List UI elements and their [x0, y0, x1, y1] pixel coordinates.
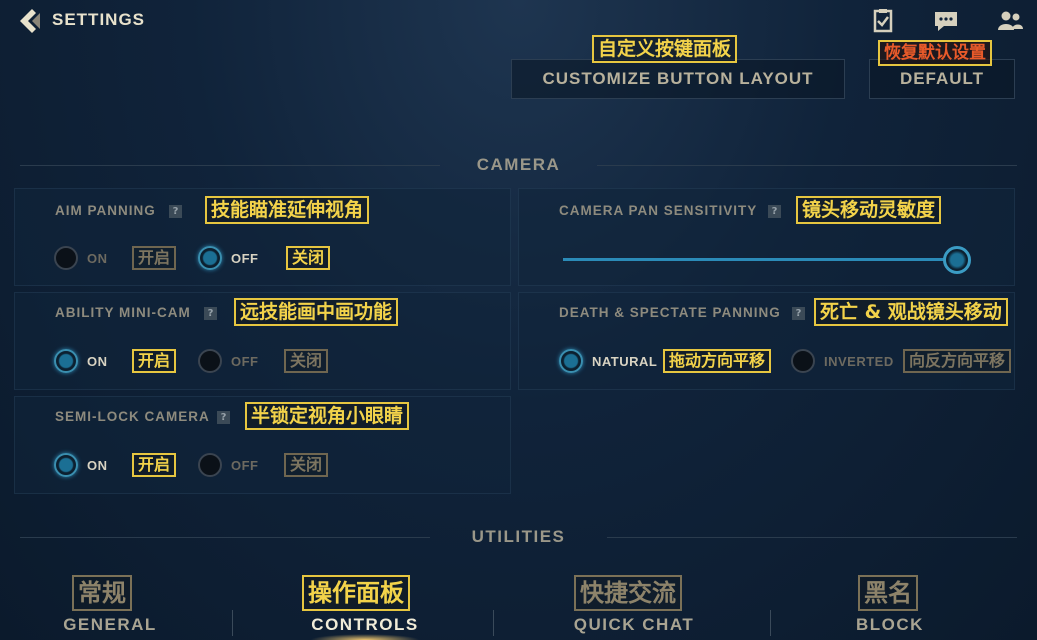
default-annotation: 恢复默认设置 [878, 40, 992, 66]
tab-block-annotation: 黑名 [858, 575, 918, 611]
help-icon[interactable]: ? [204, 307, 217, 320]
camera-pan-sensitivity-label: CAMERA PAN SENSITIVITY [559, 203, 758, 218]
semi-lock-camera-on-annotation: 开启 [132, 453, 177, 477]
tab-separator [232, 610, 233, 636]
ability-mini-cam-on-radio[interactable] [54, 349, 78, 373]
death-panning-inverted-radio[interactable] [791, 349, 815, 373]
semi-lock-camera-on-label: ON [87, 458, 108, 473]
tab-quick-chat-annotation: 快捷交流 [574, 575, 682, 611]
aim-panning-on-label: ON [87, 251, 108, 266]
semi-lock-camera-on-radio[interactable] [54, 453, 78, 477]
death-spectate-panning-label: DEATH & SPECTATE PANNING [559, 305, 781, 320]
semi-lock-camera-label: SEMI-LOCK CAMERA [55, 409, 210, 424]
aim-panning-label: AIM PANNING [55, 203, 156, 218]
tab-block[interactable]: BLOCK [840, 610, 940, 640]
top-bar: SETTINGS [0, 0, 1037, 40]
aim-panning-annotation: 技能瞄准延伸视角 [205, 196, 370, 224]
ability-mini-cam-off-label: OFF [231, 354, 259, 369]
tab-general-annotation: 常规 [72, 575, 132, 611]
help-icon[interactable]: ? [169, 205, 182, 218]
aim-panning-on-radio[interactable] [54, 246, 78, 270]
ability-mini-cam-annotation: 远技能画中画功能 [234, 298, 399, 326]
semi-lock-camera-off-label: OFF [231, 458, 259, 473]
semi-lock-camera-off-radio[interactable] [198, 453, 222, 477]
death-panning-natural-radio[interactable] [559, 349, 583, 373]
active-tab-glow [310, 634, 420, 640]
customize-annotation: 自定义按键面板 [592, 35, 738, 63]
sensitivity-slider-track[interactable] [563, 258, 956, 261]
ability-mini-cam-off-radio[interactable] [198, 349, 222, 373]
death-panning-inverted-label: INVERTED [824, 354, 894, 369]
help-icon[interactable]: ? [792, 307, 805, 320]
customize-button-layout-button[interactable]: CUSTOMIZE BUTTON LAYOUT [511, 59, 845, 99]
tab-separator [770, 610, 771, 636]
aim-panning-off-radio[interactable] [198, 246, 222, 270]
sensitivity-slider-knob[interactable] [943, 246, 971, 274]
help-icon[interactable]: ? [217, 411, 230, 424]
tab-separator [493, 610, 494, 636]
death-panning-natural-annotation: 拖动方向平移 [663, 349, 772, 373]
ability-mini-cam-on-label: ON [87, 354, 108, 369]
back-arrow-icon[interactable] [12, 6, 46, 36]
default-button-label: DEFAULT [899, 69, 985, 88]
death-panning-inverted-annotation: 向反方向平移 [903, 349, 1012, 373]
semi-lock-camera-annotation: 半锁定视角小眼睛 [245, 402, 410, 430]
customize-button-label: CUSTOMIZE BUTTON LAYOUT [542, 69, 814, 88]
camera-pan-sensitivity-annotation: 镜头移动灵敏度 [796, 196, 942, 224]
aim-panning-off-annotation: 关闭 [286, 246, 331, 270]
ability-mini-cam-on-annotation: 开启 [132, 349, 177, 373]
aim-panning-off-label: OFF [231, 251, 259, 266]
section-divider-right [597, 165, 1017, 166]
chat-icon[interactable] [932, 8, 960, 34]
ability-mini-cam-label: ABILITY MINI-CAM [55, 305, 191, 320]
ability-mini-cam-off-annotation: 关闭 [284, 349, 329, 373]
page-title: SETTINGS [52, 10, 146, 29]
death-spectate-panning-annotation: 死亡 & 观战镜头移动 [814, 298, 1008, 326]
aim-panning-on-annotation: 开启 [132, 246, 177, 270]
death-panning-natural-label: NATURAL [592, 354, 658, 369]
help-icon[interactable]: ? [768, 205, 781, 218]
checklist-icon[interactable] [869, 8, 897, 34]
semi-lock-camera-off-annotation: 关闭 [284, 453, 329, 477]
tab-general[interactable]: GENERAL [40, 610, 180, 640]
section-divider-right [607, 537, 1017, 538]
friends-icon[interactable] [996, 8, 1024, 34]
tab-quick-chat[interactable]: QUICK CHAT [556, 610, 712, 640]
tab-controls-annotation: 操作面板 [302, 575, 410, 611]
